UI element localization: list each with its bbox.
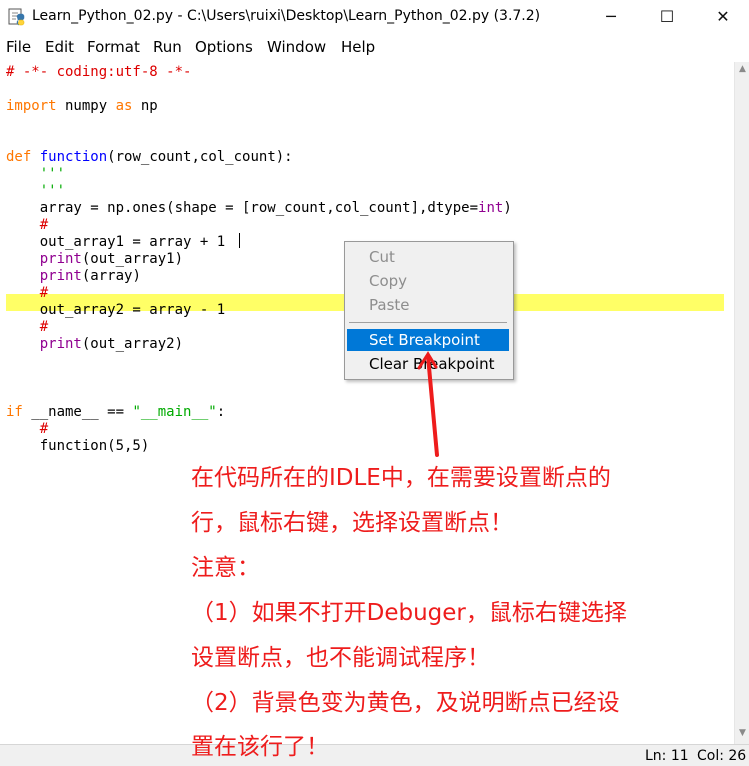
annotation-text: （1）如果不打开Debuger，鼠标右键选择 bbox=[191, 600, 627, 626]
status-bar: Ln: 11 Col: 26 bbox=[0, 744, 749, 766]
column-number-status: Col: 26 bbox=[697, 748, 747, 764]
annotation-text: 设置断点，也不能调试程序！ bbox=[191, 645, 490, 671]
annotation-text: （2）背景色变为黄色，及说明断点已经设 bbox=[191, 690, 620, 716]
annotation-text: 行，鼠标右键，选择设置断点！ bbox=[191, 510, 513, 536]
annotation-text: 在代码所在的IDLE中，在需要设置断点的 bbox=[191, 465, 611, 491]
line-number-status: Ln: 11 bbox=[645, 748, 689, 764]
annotation-text: 置在该行了！ bbox=[191, 734, 329, 760]
annotation-text: 注意： bbox=[191, 555, 260, 581]
